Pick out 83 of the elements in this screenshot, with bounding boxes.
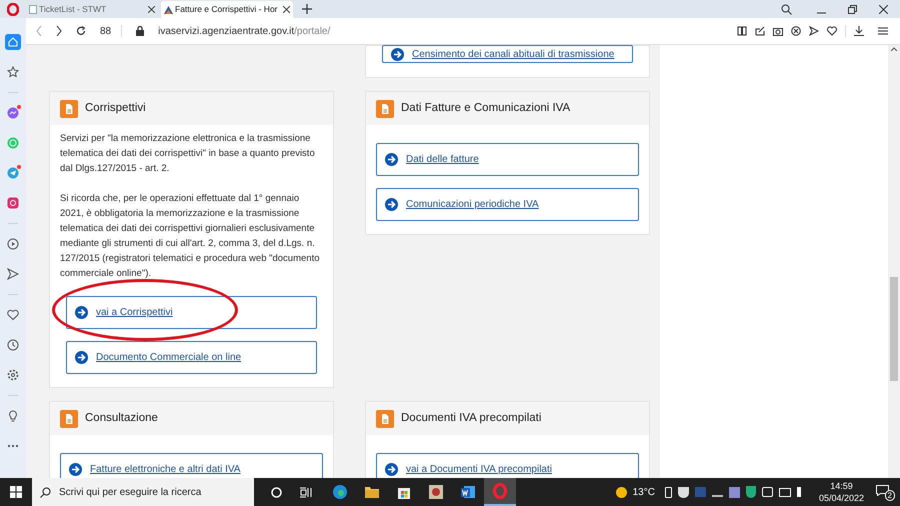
service-link[interactable]: Censimento dei canali abituali di trasmissione [382, 45, 633, 63]
cortana-icon[interactable] [271, 486, 282, 498]
browser-icon [492, 483, 508, 499]
sun-icon [616, 486, 627, 498]
arrow-circle-icon [75, 351, 88, 364]
document-icon [60, 410, 78, 428]
description-text: Servizi per "la memorizzazione elettronica e la trasmissione telematica dei dati dei corrispettivi" in base a quanto previsto dal Dlgs.127/2015 - art. 2. [60, 132, 316, 176]
clock-date[interactable]: 05/04/2022 [818, 492, 864, 504]
close-tab-icon[interactable] [283, 6, 290, 13]
search-icon[interactable] [781, 4, 792, 14]
close-icon[interactable] [879, 4, 888, 14]
arrow-circle-icon [391, 48, 404, 60]
heart-icon [7, 309, 19, 321]
sidebar-button[interactable] [5, 165, 21, 181]
speed-dial-button[interactable]: 88 [100, 24, 112, 38]
browser-tab[interactable]: Fatture e Corrispettivi - Hor [161, 1, 293, 18]
document-icon [60, 100, 78, 118]
star-icon [7, 66, 19, 78]
reload-icon[interactable] [76, 26, 86, 36]
sidebar-button[interactable] [5, 105, 21, 121]
service-link[interactable]: vai a Corrispettivi [66, 296, 317, 329]
sidebar-button[interactable] [5, 64, 21, 80]
sidebar-button[interactable] [5, 337, 21, 353]
card-title: Consultazione [85, 410, 158, 426]
sidebar-button[interactable] [5, 307, 21, 323]
scroll-up-icon[interactable] [891, 47, 897, 51]
forward-icon[interactable] [56, 26, 62, 36]
clock-time[interactable]: 14:59 [830, 480, 853, 492]
arrow-circle-icon [385, 153, 398, 166]
card-title: Corrispettivi [85, 100, 146, 116]
sidebar-button[interactable] [5, 367, 21, 383]
card-title: Dati Fatture e Comunicazioni IVA [401, 100, 570, 116]
download-icon[interactable] [854, 26, 864, 36]
lock-icon [136, 26, 144, 36]
close-tab-icon[interactable] [148, 6, 155, 13]
send-icon [7, 268, 19, 280]
new-tab-icon[interactable] [302, 4, 312, 14]
edit-icon[interactable] [755, 26, 765, 36]
page-icon [29, 5, 37, 14]
site-logo-icon [164, 6, 173, 14]
restore-icon[interactable] [848, 4, 857, 14]
description-text: Si ricorda che, per le operazioni effettuate dal 1° gennaio 2021, è obbligatoria la memorizzazione e la trasmissione telematica dei dati dei corrispettivi giornalieri esclusivamente mediante gli strumenti di cui all'art. 2, comma 3, del d.Lgs. n. 127/2015 (registratori telematici e procedura web "documento commerciale online"). [60, 192, 320, 281]
temperature[interactable]: 13°C [632, 484, 655, 500]
play-icon [7, 238, 19, 250]
service-link[interactable]: Documento Commerciale on line [66, 341, 317, 374]
sidebar-button[interactable] [5, 236, 21, 252]
arrow-circle-icon [385, 198, 398, 211]
word-processor-icon [460, 484, 476, 500]
sidebar-button[interactable] [5, 266, 21, 282]
camera-icon[interactable] [773, 26, 783, 36]
camera-icon [7, 197, 19, 209]
scrollbar[interactable] [888, 45, 900, 478]
arrow-circle-icon [75, 306, 88, 319]
settings-icon[interactable] [878, 26, 888, 36]
send-icon[interactable] [809, 26, 819, 36]
document-icon [376, 100, 394, 118]
service-link[interactable]: Comunicazioni periodiche IVA [376, 188, 639, 221]
folder-icon [364, 484, 380, 500]
phone-bubble-icon [7, 137, 19, 149]
app-icon [428, 484, 444, 500]
search-field[interactable]: Scrivi qui per eseguire la ricerca [32, 478, 254, 506]
start-icon[interactable] [10, 486, 22, 498]
home-icon [7, 36, 19, 48]
address-field[interactable]: ivaservizi.agenziaentrate.gov.it/portale/ [158, 24, 723, 38]
lightbulb-icon [7, 410, 19, 422]
heart-icon[interactable] [827, 26, 837, 36]
browser-icon [332, 484, 348, 500]
clock-icon [7, 339, 19, 351]
task-view-icon[interactable] [300, 486, 312, 498]
notification-button[interactable]: 2 [876, 485, 892, 499]
sidebar-button[interactable] [5, 34, 21, 50]
book-icon[interactable] [737, 26, 747, 36]
chat-bubble-icon [7, 107, 19, 119]
sidebar-button[interactable] [5, 195, 21, 211]
document-icon [376, 410, 394, 428]
card-title: Documenti IVA precompilati [401, 410, 542, 426]
browser-logo-icon[interactable] [7, 2, 19, 16]
search-icon [40, 486, 51, 498]
paper-plane-icon [7, 167, 19, 179]
block-icon[interactable] [791, 26, 801, 36]
scroll-thumb[interactable] [890, 277, 898, 381]
service-link[interactable]: Dati delle fatture [376, 143, 639, 176]
settings-icon [7, 369, 19, 381]
